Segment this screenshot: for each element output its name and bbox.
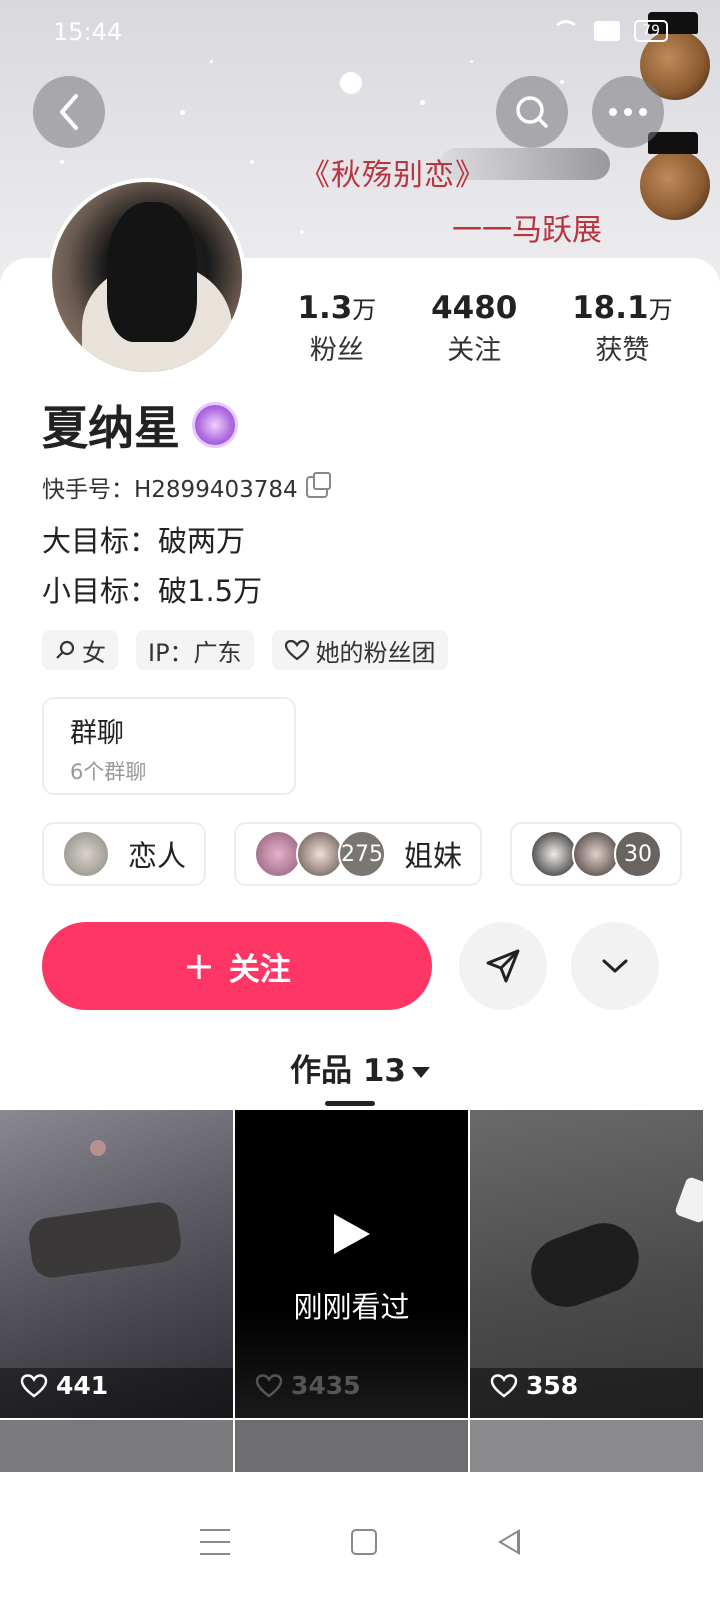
cartoon-sticker	[640, 132, 710, 220]
female-icon	[56, 640, 75, 659]
relation-group[interactable]: 30	[510, 822, 683, 886]
stat-label: 粉丝	[309, 335, 364, 366]
expand-button[interactable]	[571, 922, 659, 1010]
profile-name: 夏纳星	[42, 401, 180, 455]
tag-label: 她的粉丝团	[315, 638, 436, 667]
likes-count: 358	[526, 1371, 579, 1400]
bio-line: 小目标：破1.5万	[42, 574, 263, 608]
stats-row: 1.3万 粉丝 4480 关注 18.1万 获赞	[270, 290, 700, 367]
system-nav-bar	[0, 1472, 720, 1612]
avatar	[572, 830, 621, 878]
banner-subtitle: 一一马跃展	[452, 213, 602, 248]
more-button[interactable]	[592, 76, 664, 148]
tab-label: 作品 13	[290, 1053, 406, 1089]
follow-label: 关注	[228, 951, 291, 988]
video-likes: 3435	[255, 1371, 361, 1400]
video-thumbnail[interactable]: 358	[470, 1110, 703, 1418]
stat-following[interactable]: 4480 关注	[431, 290, 517, 367]
follow-button[interactable]: + 关注	[42, 922, 432, 1010]
tab-indicator	[325, 1101, 375, 1106]
bio-line: 大目标：破两万	[42, 524, 246, 558]
chevron-left-icon	[60, 94, 78, 130]
play-icon	[334, 1214, 370, 1254]
search-button[interactable]	[496, 76, 568, 148]
user-id-row[interactable]: 快手号：H2899403784	[42, 470, 331, 504]
video-thumbnail[interactable]	[235, 1420, 468, 1480]
stat-unit: 万	[352, 296, 377, 324]
send-icon	[486, 949, 520, 983]
status-bar: 15:44 79	[0, 0, 720, 64]
heart-icon	[255, 1373, 283, 1398]
group-subtitle: 6个群聊	[70, 760, 147, 784]
plus-icon: +	[183, 944, 215, 988]
video-grid: 441 刚刚看过 3435 358	[0, 1110, 720, 1418]
tag-label: IP：广东	[148, 638, 242, 667]
tag-ip: IP：广东	[136, 630, 254, 670]
search-icon	[516, 96, 548, 128]
tag-fan-club[interactable]: 她的粉丝团	[271, 630, 448, 670]
stat-label: 获赞	[595, 335, 650, 366]
likes-count: 3435	[291, 1371, 361, 1400]
back-button[interactable]	[33, 76, 105, 148]
relations-row: 恋人 275 姐妹 30	[42, 822, 683, 886]
banner-title: 《秋殇别恋》	[300, 158, 486, 193]
relation-label: 恋人	[128, 839, 187, 873]
tab-works[interactable]: 作品 13	[0, 1045, 720, 1090]
member-count-badge: 275	[338, 830, 387, 878]
chevron-down-icon	[602, 959, 628, 973]
heart-icon	[20, 1373, 48, 1398]
group-title: 群聊	[70, 718, 124, 749]
avatar	[254, 830, 303, 878]
battery-icon: 79	[634, 20, 668, 42]
home-icon[interactable]	[350, 1529, 377, 1555]
menu-icon[interactable]	[200, 1529, 231, 1555]
tag-row: 女 IP：广东 她的粉丝团	[42, 630, 448, 670]
stat-value: 18.1	[572, 290, 649, 326]
fan-club-heart-icon	[284, 639, 309, 661]
video-thumbnail[interactable]: 441	[0, 1110, 233, 1418]
stat-fans[interactable]: 1.3万 粉丝	[297, 290, 376, 367]
caret-down-icon	[411, 1067, 430, 1078]
status-time: 15:44	[53, 18, 123, 46]
stat-label: 关注	[447, 335, 502, 366]
stat-value: 4480	[431, 290, 518, 326]
sim-icon	[594, 21, 621, 41]
video-likes: 358	[490, 1371, 578, 1400]
relation-label: 姐妹	[404, 839, 463, 873]
tag-gender: 女	[42, 630, 118, 670]
group-chat-card[interactable]: 群聊 6个群聊	[42, 697, 296, 795]
member-count-badge: 30	[614, 830, 663, 878]
back-triangle-icon[interactable]	[497, 1529, 520, 1555]
verified-badge-icon[interactable]	[192, 402, 238, 448]
likes-count: 441	[56, 1371, 109, 1400]
avatar	[296, 830, 345, 878]
stat-value: 1.3	[297, 290, 353, 326]
relation-sisters[interactable]: 275 姐妹	[234, 822, 483, 886]
tag-label: 女	[82, 638, 106, 667]
wifi-icon	[552, 20, 581, 42]
copy-icon[interactable]	[305, 472, 331, 498]
avatar[interactable]	[48, 178, 246, 376]
video-grid-row-2	[0, 1420, 720, 1480]
video-thumbnail[interactable]	[0, 1420, 233, 1480]
stat-likes[interactable]: 18.1万 获赞	[572, 290, 673, 367]
relation-lover[interactable]: 恋人	[42, 822, 207, 886]
avatar	[62, 830, 110, 878]
more-icon	[609, 108, 647, 116]
recently-watched-label: 刚刚看过	[293, 1290, 410, 1324]
stat-unit: 万	[648, 296, 673, 324]
user-id: 快手号：H2899403784	[42, 477, 298, 503]
message-button[interactable]	[459, 922, 547, 1010]
video-thumbnail[interactable]: 刚刚看过 3435	[235, 1110, 468, 1418]
video-likes: 441	[20, 1371, 108, 1400]
video-thumbnail[interactable]	[470, 1420, 703, 1480]
avatar	[530, 830, 579, 878]
heart-icon	[490, 1373, 518, 1398]
